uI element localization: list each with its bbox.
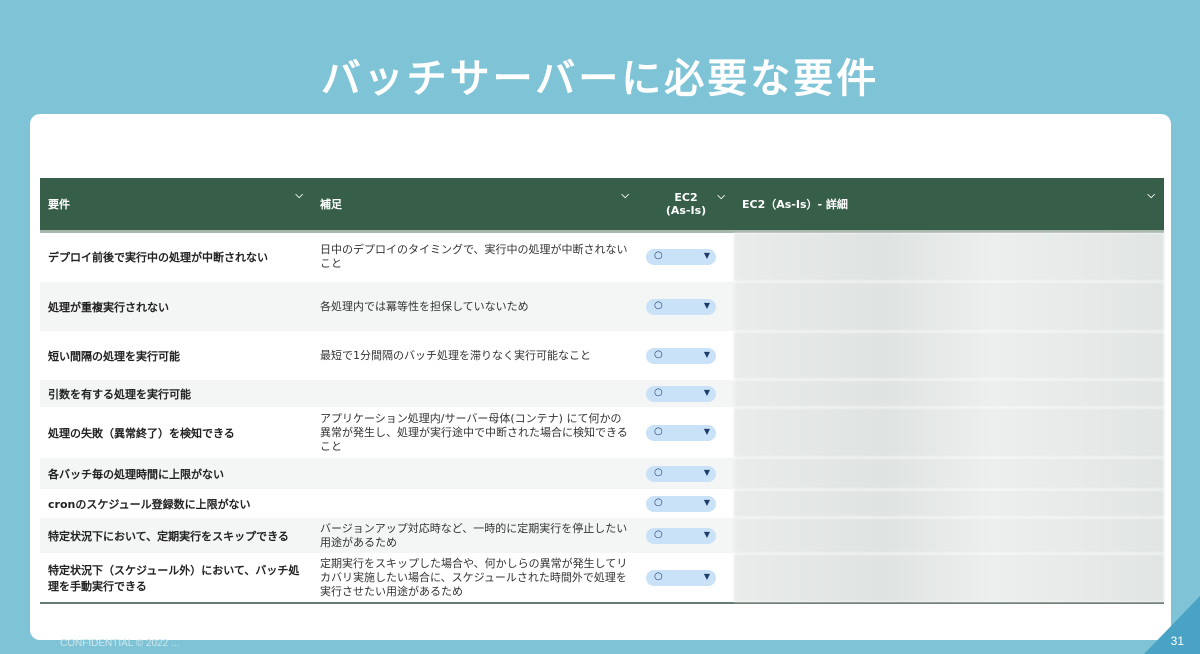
chevron-down-icon[interactable]: ⌵ bbox=[717, 190, 725, 203]
detail-cell-redacted bbox=[734, 281, 1164, 332]
requirement-cell: 引数を有する処理を実行可能 bbox=[40, 379, 312, 408]
status-dropdown[interactable]: ○ ▼ bbox=[646, 570, 716, 586]
status-dropdown[interactable]: ○ ▼ bbox=[646, 249, 716, 265]
status-value: ○ bbox=[654, 528, 663, 540]
ec2-cell: ○ ▼ bbox=[638, 517, 734, 554]
header-requirement[interactable]: 要件 ⌵ bbox=[40, 178, 312, 233]
status-value: ○ bbox=[654, 496, 663, 508]
header-ec2[interactable]: EC2 (As-Is) ⌵ bbox=[638, 178, 734, 233]
table-row: 処理の失敗（異常終了）を検知できる アプリケーション処理内/サーバー母体(コンテ… bbox=[40, 407, 1164, 458]
detail-cell-redacted bbox=[734, 517, 1164, 554]
chevron-down-icon[interactable]: ⌵ bbox=[621, 190, 629, 201]
header-note[interactable]: 補足 ⌵ bbox=[312, 178, 638, 233]
page-number: 31 bbox=[1170, 634, 1184, 648]
table-row: デプロイ前後で実行中の処理が中断されない 日中のデプロイのタイミングで、実行中の… bbox=[40, 231, 1164, 282]
header-requirement-label: 要件 bbox=[48, 198, 70, 211]
ec2-cell: ○ ▼ bbox=[638, 457, 734, 490]
chevron-down-icon[interactable]: ⌵ bbox=[295, 190, 303, 201]
detail-cell-redacted bbox=[734, 231, 1164, 282]
table-row: 各バッチ毎の処理時間に上限がない ○ ▼ bbox=[40, 457, 1164, 490]
requirement-cell: 特定状況下（スケジュール外）において、バッチ処理を手動実行できる bbox=[40, 553, 312, 604]
status-dropdown[interactable]: ○ ▼ bbox=[646, 424, 716, 441]
status-dropdown[interactable]: ○ ▼ bbox=[646, 298, 716, 315]
note-cell: 定期実行をスキップした場合や、何かしらの異常が発生してリカバリ実施したい場合に、… bbox=[312, 553, 638, 604]
ec2-cell: ○ ▼ bbox=[638, 331, 734, 380]
detail-cell-redacted bbox=[734, 489, 1164, 518]
note-cell: 最短で1分間隔のバッチ処理を滞りなく実行可能なこと bbox=[312, 331, 638, 380]
dropdown-arrow-icon: ▼ bbox=[703, 300, 710, 310]
header-detail-label: EC2（As-Is）- 詳細 bbox=[742, 198, 848, 211]
table-row: 引数を有する処理を実行可能 ○ ▼ bbox=[40, 379, 1164, 408]
status-dropdown[interactable]: ○ ▼ bbox=[646, 495, 716, 512]
status-dropdown[interactable]: ○ ▼ bbox=[646, 527, 716, 544]
status-value: ○ bbox=[654, 250, 663, 261]
requirement-cell: 処理の失敗（異常終了）を検知できる bbox=[40, 407, 312, 458]
confidential-footer: CONFIDENTIAL © 2022 ... bbox=[60, 638, 180, 649]
status-value: ○ bbox=[654, 466, 663, 478]
ec2-cell: ○ ▼ bbox=[638, 231, 734, 282]
dropdown-arrow-icon: ▼ bbox=[703, 251, 710, 260]
status-value: ○ bbox=[654, 386, 663, 398]
requirement-cell: 特定状況下において、定期実行をスキップできる bbox=[40, 517, 312, 554]
requirement-cell: 各バッチ毎の処理時間に上限がない bbox=[40, 457, 312, 490]
ec2-cell: ○ ▼ bbox=[638, 379, 734, 408]
chevron-down-icon[interactable]: ⌵ bbox=[1147, 190, 1155, 201]
ec2-cell: ○ ▼ bbox=[638, 281, 734, 332]
note-cell bbox=[312, 379, 638, 408]
requirement-cell: 短い間隔の処理を実行可能 bbox=[40, 331, 312, 380]
ec2-cell: ○ ▼ bbox=[638, 407, 734, 458]
status-dropdown[interactable]: ○ ▼ bbox=[646, 347, 716, 364]
requirements-table: 要件 ⌵ 補足 ⌵ EC2 (As-Is) ⌵ EC2（As-Is）- 詳細 ⌵… bbox=[40, 178, 1164, 604]
detail-cell-redacted bbox=[734, 379, 1164, 408]
table-row: 特定状況下（スケジュール外）において、バッチ処理を手動実行できる 定期実行をスキ… bbox=[40, 553, 1164, 604]
note-cell: バージョンアップ対応時など、一時的に定期実行を停止したい用途があるため bbox=[312, 517, 638, 554]
ec2-cell: ○ ▼ bbox=[638, 553, 734, 604]
detail-cell-redacted bbox=[734, 407, 1164, 458]
dropdown-arrow-icon: ▼ bbox=[703, 467, 710, 477]
status-value: ○ bbox=[654, 571, 663, 582]
slide-title: バッチサーバーに必要な要件 bbox=[320, 56, 880, 102]
requirement-cell: デプロイ前後で実行中の処理が中断されない bbox=[40, 231, 312, 282]
note-cell: 各処理内では冪等性を担保していないため bbox=[312, 281, 638, 332]
dropdown-arrow-icon: ▼ bbox=[703, 349, 710, 359]
dropdown-arrow-icon: ▼ bbox=[703, 426, 710, 436]
table-header-row: 要件 ⌵ 補足 ⌵ EC2 (As-Is) ⌵ EC2（As-Is）- 詳細 ⌵ bbox=[40, 178, 1164, 233]
detail-cell-redacted bbox=[734, 553, 1164, 604]
requirement-cell: 処理が重複実行されない bbox=[40, 281, 312, 332]
ec2-cell: ○ ▼ bbox=[638, 489, 734, 518]
status-dropdown[interactable]: ○ ▼ bbox=[646, 465, 716, 482]
dropdown-arrow-icon: ▼ bbox=[703, 497, 710, 507]
table-row: 特定状況下において、定期実行をスキップできる バージョンアップ対応時など、一時的… bbox=[40, 517, 1164, 554]
note-cell bbox=[312, 489, 638, 518]
note-cell bbox=[312, 457, 638, 490]
status-value: ○ bbox=[654, 299, 663, 311]
detail-cell-redacted bbox=[734, 331, 1164, 380]
note-cell: アプリケーション処理内/サーバー母体(コンテナ) にて何かの異常が発生し、処理が… bbox=[312, 407, 638, 458]
status-dropdown[interactable]: ○ ▼ bbox=[646, 385, 716, 402]
dropdown-arrow-icon: ▼ bbox=[703, 529, 710, 539]
note-cell: 日中のデプロイのタイミングで、実行中の処理が中断されないこと bbox=[312, 231, 638, 282]
dropdown-arrow-icon: ▼ bbox=[703, 572, 710, 581]
header-note-label: 補足 bbox=[320, 198, 342, 211]
table-row: 短い間隔の処理を実行可能 最短で1分間隔のバッチ処理を滞りなく実行可能なこと ○… bbox=[40, 331, 1164, 380]
detail-cell-redacted bbox=[734, 457, 1164, 490]
header-detail[interactable]: EC2（As-Is）- 詳細 ⌵ bbox=[734, 178, 1164, 233]
status-value: ○ bbox=[654, 425, 663, 437]
dropdown-arrow-icon: ▼ bbox=[703, 387, 710, 397]
requirement-cell: cronのスケジュール登録数に上限がない bbox=[40, 489, 312, 518]
table-row: 処理が重複実行されない 各処理内では冪等性を担保していないため ○ ▼ bbox=[40, 281, 1164, 332]
status-value: ○ bbox=[654, 348, 663, 360]
header-ec2-label: EC2 (As-Is) bbox=[665, 191, 707, 217]
table-row: cronのスケジュール登録数に上限がない ○ ▼ bbox=[40, 489, 1164, 518]
